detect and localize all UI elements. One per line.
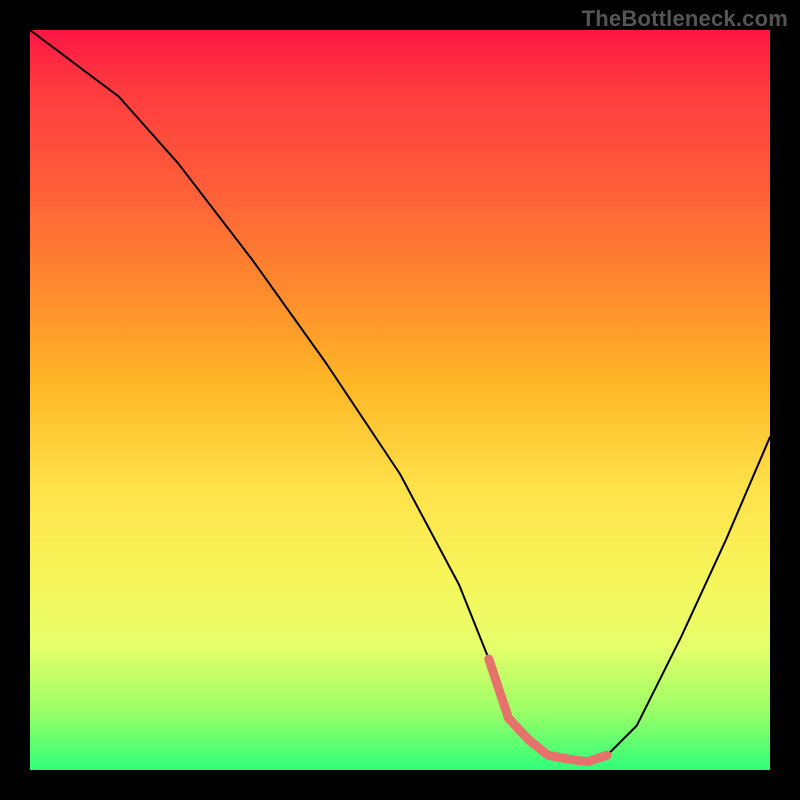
chart-frame: TheBottleneck.com [0,0,800,800]
plot-area [30,30,770,770]
watermark-label: TheBottleneck.com [582,6,788,32]
valley-marker [489,659,607,762]
curve-svg [30,30,770,770]
bottleneck-curve [30,30,770,763]
